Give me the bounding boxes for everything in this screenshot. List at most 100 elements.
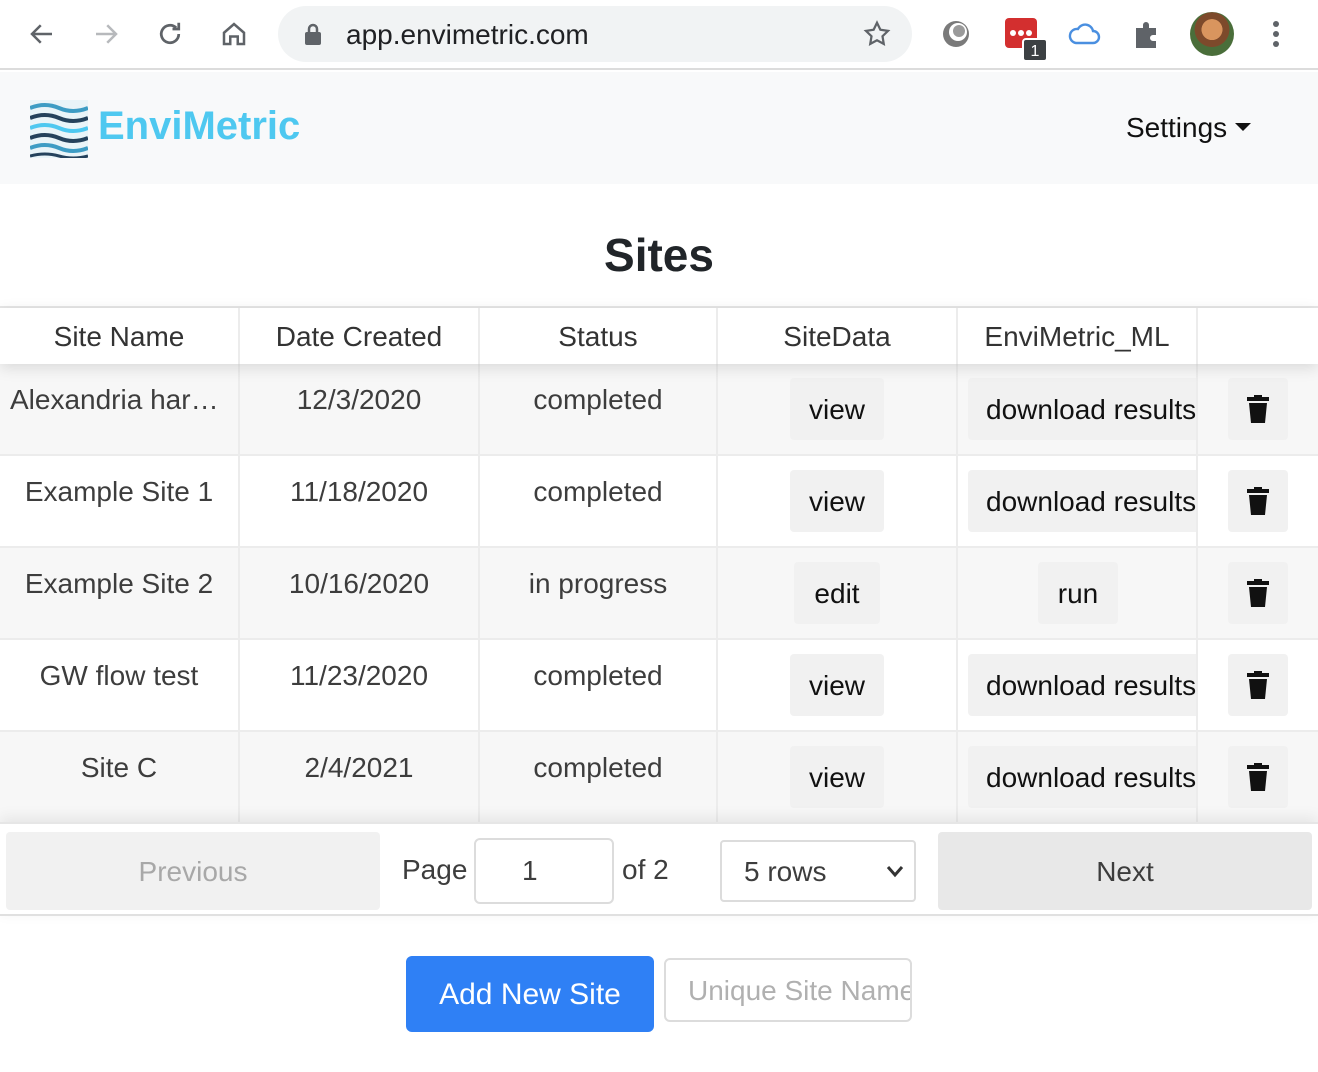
column-header-actions — [1198, 308, 1318, 364]
sitedata-cell: view — [718, 640, 958, 732]
view-button[interactable]: view — [790, 654, 884, 716]
site-name-input[interactable]: Unique Site Name — [664, 958, 912, 1022]
view-button[interactable]: view — [790, 470, 884, 532]
column-header-date-created[interactable]: Date Created — [240, 308, 480, 364]
column-header-site-name[interactable]: Site Name — [0, 308, 240, 364]
app-navbar: EnviMetric Settings — [0, 72, 1318, 184]
status-cell: completed — [480, 364, 718, 456]
extension-badge: 1 — [1022, 38, 1048, 62]
url-text: app.envimetric.com — [346, 19, 589, 50]
date-created-cell: 10/16/2020 — [240, 548, 480, 640]
column-header-envimetric-ml[interactable]: EnviMetric_ML — [958, 308, 1198, 364]
status-text: completed — [533, 476, 663, 507]
download-results-button[interactable]: download results — [968, 470, 1196, 532]
ml-cell: download results — [958, 732, 1198, 824]
page-label: Page — [402, 854, 468, 885]
date-created: 10/16/2020 — [288, 568, 430, 599]
brand-name[interactable]: EnviMetric — [98, 104, 300, 149]
more-vertical-icon[interactable] — [1262, 16, 1290, 52]
view-button[interactable]: view — [790, 378, 884, 440]
delete-button[interactable] — [1228, 654, 1288, 716]
site-name: GW flow test — [39, 660, 199, 691]
view-button[interactable]: view — [790, 746, 884, 808]
envimetric-logo-icon[interactable] — [30, 100, 88, 158]
lock-icon — [305, 23, 321, 45]
download-results-button[interactable]: download results — [968, 746, 1196, 808]
add-new-site-button[interactable]: Add New Site — [406, 956, 654, 1032]
previous-button[interactable]: Previous — [6, 832, 380, 910]
status-text: completed — [533, 660, 663, 691]
browser-toolbar: app.envimetric.com 1 — [0, 0, 1318, 70]
ml-cell: download results — [958, 364, 1198, 456]
sitedata-cell: view — [718, 364, 958, 456]
ml-cell: download results — [958, 456, 1198, 548]
ml-cell: run — [958, 548, 1198, 640]
forward-arrow-icon[interactable] — [86, 14, 126, 54]
date-created-cell: 11/23/2020 — [240, 640, 480, 732]
settings-label: Settings — [1126, 112, 1228, 143]
table-row: Alexandria harbor 12/3/2020 completed vi… — [0, 364, 1318, 456]
column-header-sitedata[interactable]: SiteData — [718, 308, 958, 364]
page-title: Sites — [604, 229, 714, 281]
date-created: 11/18/2020 — [289, 476, 429, 507]
table-row: Example Site 1 11/18/2020 completed view… — [0, 456, 1318, 548]
edit-button[interactable]: edit — [794, 562, 880, 624]
rows-per-page-select[interactable]: 5 rows — [720, 840, 916, 902]
site-name-placeholder: Unique Site Name — [688, 975, 912, 1006]
site-name: Example Site 2 — [24, 568, 214, 599]
trash-icon — [1247, 579, 1269, 607]
sitedata-cell: view — [718, 732, 958, 824]
delete-button[interactable] — [1228, 470, 1288, 532]
sitedata-cell: edit — [718, 548, 958, 640]
trash-icon — [1247, 671, 1269, 699]
trash-icon — [1247, 487, 1269, 515]
address-bar[interactable]: app.envimetric.com — [278, 6, 912, 62]
home-icon[interactable] — [214, 14, 254, 54]
status-cell: completed — [480, 456, 718, 548]
status-text: completed — [533, 752, 663, 783]
caret-down-icon — [1235, 123, 1252, 131]
date-created-cell: 11/18/2020 — [240, 456, 480, 548]
profile-avatar[interactable] — [1190, 12, 1234, 56]
status-cell: completed — [480, 732, 718, 824]
table-header: Site Name Date Created Status SiteData E… — [0, 308, 1318, 364]
trash-icon — [1247, 763, 1269, 791]
table-row: GW flow test 11/23/2020 completed view d… — [0, 640, 1318, 732]
page-count-label: of 2 — [622, 854, 669, 885]
site-name: Alexandria harbor — [10, 384, 232, 415]
settings-dropdown[interactable]: Settings — [1126, 112, 1252, 144]
extensions-puzzle-icon[interactable] — [1130, 16, 1166, 52]
download-results-button[interactable]: download results — [968, 654, 1196, 716]
chevron-down-icon — [886, 866, 904, 878]
back-arrow-icon[interactable] — [22, 14, 62, 54]
extension-circle-icon[interactable] — [938, 16, 974, 52]
site-name-cell: Example Site 1 — [0, 456, 240, 548]
date-created-cell: 12/3/2020 — [240, 364, 480, 456]
status-cell: in progress — [480, 548, 718, 640]
table-row: Example Site 2 10/16/2020 in progress ed… — [0, 548, 1318, 640]
delete-button[interactable] — [1228, 378, 1288, 440]
site-name-cell: Site C — [0, 732, 240, 824]
delete-button[interactable] — [1228, 746, 1288, 808]
page-number-input[interactable]: 1 — [474, 838, 614, 904]
cloud-icon[interactable] — [1066, 16, 1102, 52]
status-cell: completed — [480, 640, 718, 732]
site-name-cell: Alexandria harbor — [0, 364, 240, 456]
status-text: in progress — [528, 568, 668, 599]
delete-button[interactable] — [1228, 562, 1288, 624]
run-button[interactable]: run — [1038, 562, 1118, 624]
next-button[interactable]: Next — [938, 832, 1312, 910]
reload-icon[interactable] — [150, 14, 190, 54]
date-created: 12/3/2020 — [296, 384, 422, 415]
bookmark-star-icon[interactable] — [862, 19, 892, 49]
site-name-cell: Example Site 2 — [0, 548, 240, 640]
download-results-button[interactable]: download results — [968, 378, 1196, 440]
sitedata-cell: view — [718, 456, 958, 548]
ml-cell: download results — [958, 640, 1198, 732]
column-header-status[interactable]: Status — [480, 308, 718, 364]
date-created: 2/4/2021 — [304, 752, 414, 783]
status-text: completed — [533, 384, 663, 415]
date-created-cell: 2/4/2021 — [240, 732, 480, 824]
table-row: Site C 2/4/2021 completed view download … — [0, 732, 1318, 824]
pagination-bar: Previous Page 1 of 2 5 rows Next — [0, 822, 1318, 916]
